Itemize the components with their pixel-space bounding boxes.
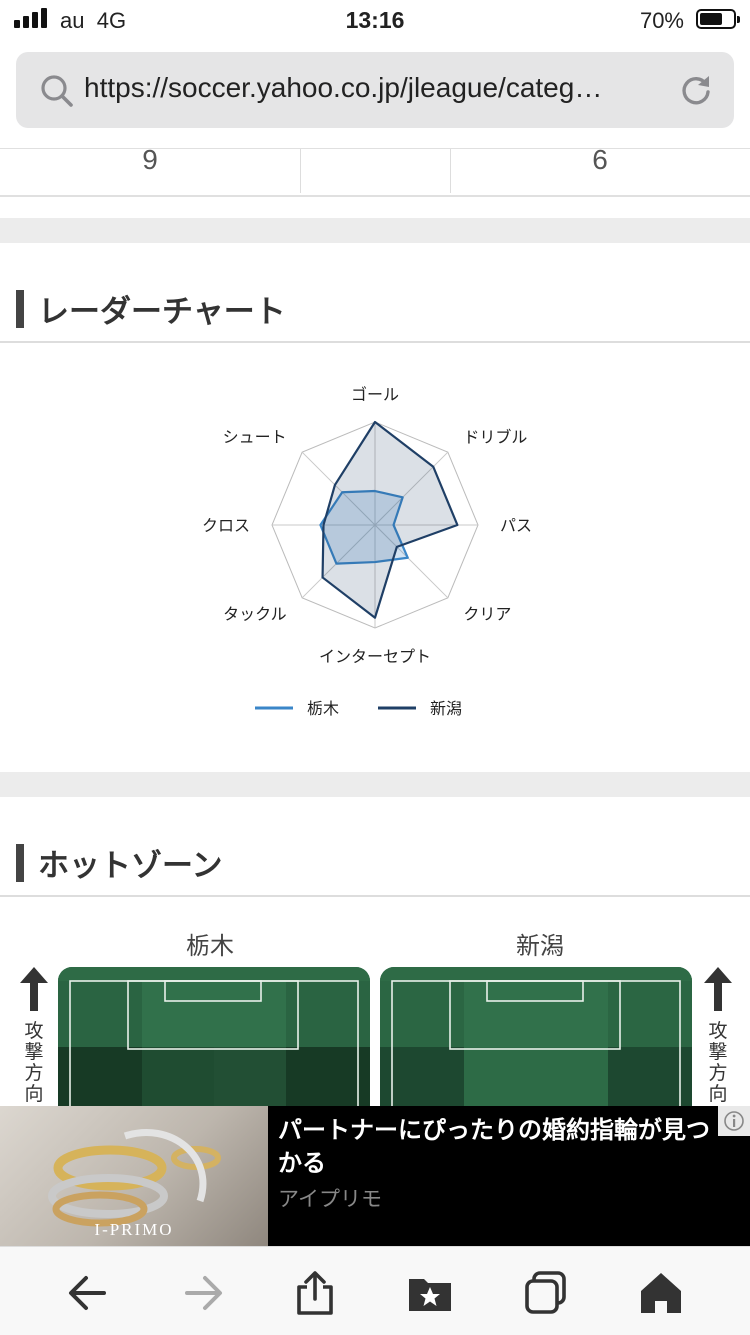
radar-axis-label: クリア <box>463 604 511 623</box>
url-text[interactable]: https://soccer.yahoo.co.jp/jleague/categ… <box>84 72 674 104</box>
hotzone-pitch-left <box>58 967 370 1107</box>
arrow-up-icon <box>704 967 732 1011</box>
ad-sponsor: アイプリモ <box>278 1187 382 1211</box>
battery-percent: 70% <box>639 8 684 33</box>
clock: 13:16 <box>345 7 405 33</box>
radar-axis-label: インターセプト <box>319 647 431 666</box>
bookmarks-icon[interactable] <box>406 1269 454 1317</box>
battery-fill <box>700 13 723 25</box>
back-icon[interactable] <box>64 1269 112 1317</box>
radar-section-title: レーダーチャート <box>38 294 286 330</box>
radar-section-header: レーダーチャート <box>16 286 286 331</box>
radar-chart: ゴールドリブルパスクリアインターセプト タックル クロス シュート栃木 新潟 <box>0 370 750 750</box>
ad-brand-logo: I-PRIMO <box>94 1220 174 1239</box>
radar-chart-svg: ゴールドリブルパスクリアインターセプト タックル クロス シュート栃木 新潟 <box>202 385 532 718</box>
hotzone-pitch-right <box>380 967 692 1107</box>
attack-direction-left: 攻撃方向 <box>19 967 49 1105</box>
arrow-up-icon <box>20 967 48 1011</box>
hotzone-team-right: 新潟 <box>516 932 564 960</box>
hotzone-section-header: ホットゾーン <box>16 840 222 885</box>
radar-axis-label: ゴール <box>351 385 399 404</box>
stat-right-value: 6 <box>592 144 608 175</box>
stats-table-row: 9 6 <box>0 144 750 197</box>
home-icon[interactable] <box>637 1269 685 1317</box>
hotzone-section-title: ホットゾーン <box>38 848 223 884</box>
radar-axis-label: パス <box>500 516 532 535</box>
attack-direction-right: 攻撃方向 <box>703 967 733 1105</box>
attack-direction-label: 攻撃方向 <box>24 1020 44 1105</box>
radar-axis-label: クロス <box>202 516 250 535</box>
ad-image[interactable]: I-PRIMO <box>0 1106 268 1246</box>
ad-title[interactable]: パートナーにぴったりの婚約指輪が見つかる <box>278 1114 718 1180</box>
radar-axis-label: タックル <box>223 604 287 623</box>
battery-icon <box>696 9 740 29</box>
reload-icon[interactable] <box>678 72 714 108</box>
hotzone-team-left: 栃木 <box>186 932 234 960</box>
share-icon[interactable] <box>291 1269 339 1317</box>
section-gap <box>0 218 750 243</box>
ad-banner[interactable]: I-PRIMO パートナーにぴったりの婚約指輪が見つかる アイプリモ <box>0 1106 750 1246</box>
forward-icon[interactable] <box>179 1269 227 1317</box>
radar-axis-label: ドリブル <box>463 428 527 447</box>
status-bar: au 4G 13:16 70% <box>0 0 750 44</box>
ad-info-icon[interactable] <box>718 1106 750 1136</box>
attack-direction-label: 攻撃方向 <box>708 1020 728 1105</box>
radar-axis-label: シュート <box>223 428 287 447</box>
tabs-icon[interactable] <box>522 1269 570 1317</box>
legend-label: 新潟 <box>430 699 462 718</box>
legend-label: 栃木 <box>307 699 339 718</box>
section-gap <box>0 772 750 797</box>
stat-left-value: 9 <box>142 144 158 175</box>
browser-toolbar <box>0 1246 750 1335</box>
search-icon <box>41 75 73 107</box>
address-bar[interactable]: https://soccer.yahoo.co.jp/jleague/categ… <box>16 52 734 128</box>
